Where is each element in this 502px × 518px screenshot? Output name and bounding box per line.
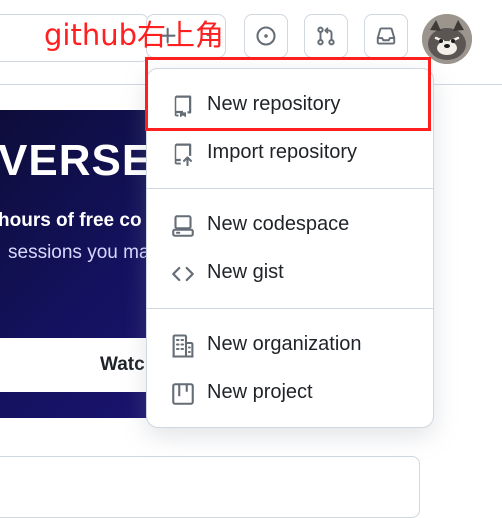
menu-item-label: New gist	[207, 261, 284, 283]
banner-title: VERSE	[0, 136, 153, 185]
banner-button-label: Watc	[100, 354, 145, 375]
inbox-icon	[376, 27, 396, 45]
inbox-button[interactable]	[364, 14, 408, 58]
promo-banner: VERSE hours of free co sessions you ma W…	[0, 110, 170, 418]
git-pull-request-icon	[317, 26, 335, 46]
menu-item-new-organization[interactable]: New organization	[147, 322, 433, 370]
menu-item-new-codespace[interactable]: New codespace	[147, 202, 433, 250]
issues-button[interactable]	[244, 14, 288, 58]
organization-icon	[172, 334, 194, 358]
content-card	[0, 456, 420, 518]
menu-item-import-repository[interactable]: Import repository	[147, 130, 433, 178]
menu-divider	[147, 308, 433, 309]
banner-watch-button[interactable]: Watc	[0, 338, 170, 392]
repo-push-icon	[174, 143, 192, 166]
menu-item-label: New codespace	[207, 213, 350, 235]
menu-item-new-project[interactable]: New project	[147, 370, 433, 418]
highlight-annotation-box	[145, 57, 431, 131]
menu-item-label: New organization	[207, 333, 362, 355]
menu-divider	[147, 188, 433, 189]
pull-requests-button[interactable]	[304, 14, 348, 58]
codespaces-icon	[172, 215, 194, 237]
menu-item-new-gist[interactable]: New gist	[147, 250, 433, 298]
code-icon	[172, 266, 194, 282]
banner-text-line2: sessions you ma	[8, 242, 150, 263]
issue-opened-icon	[256, 26, 276, 46]
annotation-label: github右上角	[44, 18, 225, 52]
banner-text-line1: hours of free co	[0, 210, 142, 231]
table-icon	[172, 383, 194, 405]
menu-item-label: New project	[207, 381, 313, 403]
menu-item-label: Import repository	[207, 141, 358, 163]
